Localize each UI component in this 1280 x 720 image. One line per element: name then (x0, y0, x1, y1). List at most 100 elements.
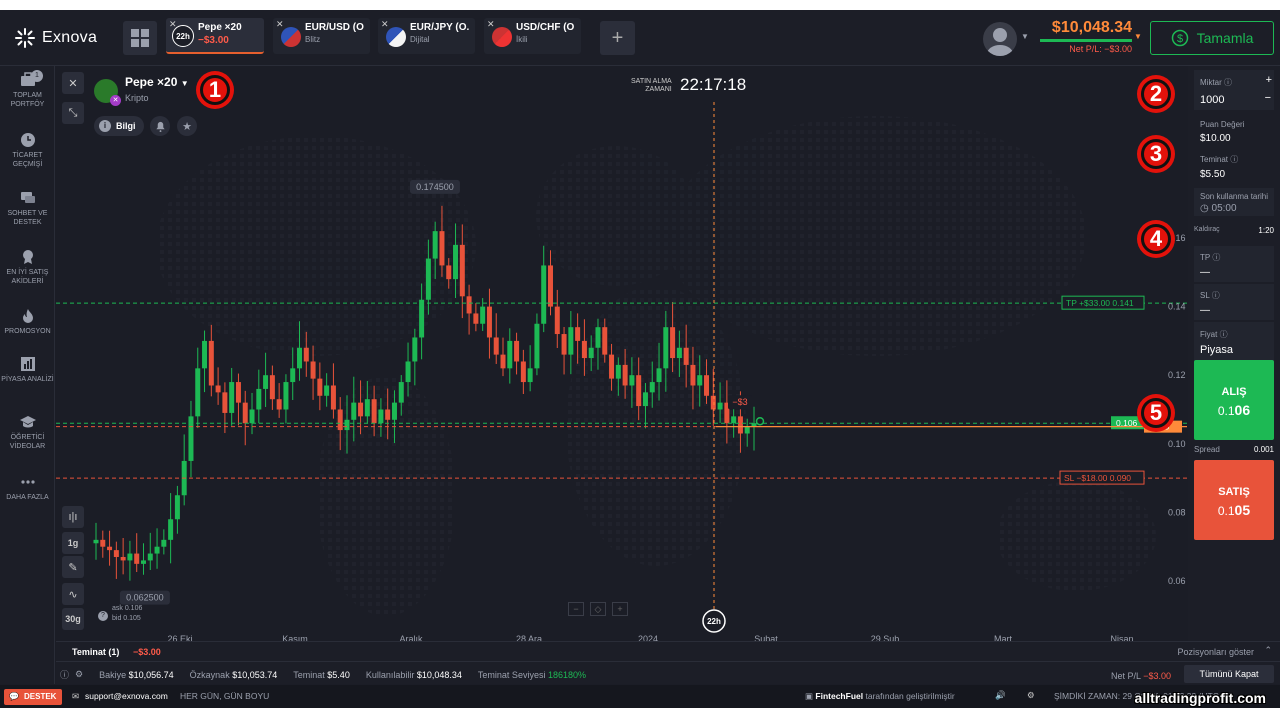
sidebar-item-top-deals[interactable]: EN İYİ SATIŞ AKİDLERİ (0, 249, 55, 286)
show-positions-link[interactable]: Pozisyonları göster (1177, 647, 1254, 657)
net-pl-summary: Net P/L −$3.00 (1111, 671, 1171, 681)
chat-icon (20, 192, 35, 203)
alert-button[interactable] (150, 116, 170, 136)
candle-body (229, 382, 235, 413)
help-icon[interactable]: ⓘ (60, 668, 69, 681)
deposit-button[interactable]: $ Tamamla (1150, 21, 1274, 55)
trade-panel: Miktar ⓘ 1000 + − Puan Değeri $10.00 Tem… (1188, 66, 1280, 644)
favorite-button[interactable]: ★ (177, 116, 197, 136)
candle-body (568, 327, 574, 355)
candle-body (127, 553, 133, 561)
price-type-field[interactable]: Fiyat ⓘ Piyasa (1194, 322, 1274, 362)
info-button[interactable]: i Bilgi (94, 116, 144, 136)
candle-body (466, 296, 472, 314)
tab-eurusd[interactable]: ✕ EUR/USD (O... Blitz (273, 18, 370, 54)
tab-usdchf[interactable]: ✕ USD/CHF (O... İkili (484, 18, 581, 54)
sidebar-item-portfolio[interactable]: 1 TOPLAM PORTFÖY (0, 70, 55, 109)
spread-label: Spread (1194, 445, 1220, 454)
expiry-time: 22:17:18 (680, 75, 747, 94)
chart-area[interactable]: TP +$33.00 0.141SL −$18.00 0.0900.1060.1… (56, 66, 1187, 644)
reset-zoom-icon[interactable]: ◇ (590, 602, 606, 616)
candle-body (256, 388, 262, 410)
sidebar-item-label: SOHBET VE DESTEK (7, 210, 48, 226)
footer: 💬 DESTEK ✉ support@exnova.com HER GÜN, G… (0, 685, 1280, 708)
ask-bid: ask 0.106 bid 0.105 (112, 604, 142, 624)
leverage-label: Kaldıraç (1194, 226, 1220, 233)
zoom-range-button[interactable]: 30g (62, 608, 84, 630)
close-chart-button[interactable]: ✕ (62, 72, 84, 94)
positions-header[interactable]: Teminat (1) −$3.00 Pozisyonları göster ⌃ (56, 642, 1280, 662)
candle-body (208, 340, 214, 386)
sidebar-item-label: ÖĞRETİCİ VİDEOLAR (9, 434, 46, 450)
annotation-badge-1: 1 (196, 71, 234, 109)
timeframe-button[interactable]: 1g (62, 532, 84, 554)
tab-eurjpy[interactable]: ✕ EUR/JPY (O... Dijital (378, 18, 475, 54)
decrement-icon[interactable]: − (1265, 92, 1271, 104)
increment-icon[interactable]: + (1266, 74, 1272, 86)
tab-pepe[interactable]: ✕ 22h Pepe ×20 −$3.00 (166, 18, 264, 54)
tab-pl: −$3.00 (198, 35, 229, 46)
sidebar-item-promotion[interactable]: PROMOSYON (0, 308, 55, 336)
candle-body (710, 395, 716, 410)
settings-icon[interactable]: ⚙ (1027, 690, 1035, 701)
expiry-field[interactable]: Son kullanma tarihi ◷ 05:00 (1194, 188, 1274, 216)
candle-body (520, 361, 526, 383)
amount-field[interactable]: Miktar ⓘ 1000 + − (1194, 70, 1274, 110)
sidebar-item-history[interactable]: TİCARET GEÇMİŞİ (0, 132, 55, 169)
sidebar-item-market-analysis[interactable]: PİYASA ANALİZİ (0, 356, 55, 384)
candle-body (303, 347, 309, 362)
close-all-button[interactable]: Tümünü Kapat (1184, 665, 1274, 683)
available-amount: $10,048.34 (416, 669, 462, 680)
caret-down-icon: ▼ (180, 79, 189, 88)
sound-icon[interactable]: 🔊 (995, 690, 1006, 701)
close-tab-icon[interactable]: ✕ (487, 19, 495, 30)
support-button[interactable]: 💬 DESTEK (4, 689, 63, 705)
sidebar-item-label: TOPLAM PORTFÖY (10, 92, 45, 108)
chart-type-button[interactable]: ı|ı (62, 506, 84, 528)
tp-field[interactable]: TP ⓘ — (1194, 246, 1274, 282)
settings-icon[interactable]: ⚙ (75, 669, 83, 680)
sell-button[interactable]: SATIŞ 0.105 (1194, 460, 1274, 540)
candle-body (344, 419, 350, 431)
asset-grid-button[interactable] (123, 21, 157, 55)
chevron-up-icon[interactable]: ⌃ (1264, 645, 1272, 656)
annotation-badge-4: 4 (1137, 220, 1175, 258)
candle-body (642, 392, 648, 407)
margin-info: Teminat ⓘ $5.50 (1200, 154, 1280, 180)
drawing-tools-button[interactable]: ✎ (62, 556, 84, 578)
candle-body (432, 231, 438, 259)
candle-body (602, 327, 608, 355)
indicators-button[interactable]: ∿ (62, 583, 84, 605)
balance-display[interactable]: $10,048.34 Net P/L: −$3.00 (1040, 19, 1132, 54)
help-icon[interactable]: ? (98, 611, 108, 621)
chevron-down-icon[interactable]: ▼ (1021, 32, 1029, 41)
support-email[interactable]: support@exnova.com (85, 691, 168, 701)
candle-body (480, 306, 486, 324)
price-chart[interactable]: TP +$33.00 0.141SL −$18.00 0.0900.1060.1… (56, 66, 1187, 644)
tab-sub: Dijital (410, 35, 430, 44)
sl-value: — (1200, 305, 1210, 316)
brand-logo[interactable]: Exnova (14, 27, 97, 49)
sl-field[interactable]: SL ⓘ — (1194, 284, 1274, 320)
zoom-out-icon[interactable]: − (568, 602, 584, 616)
dollar-circle-icon: $ (1171, 29, 1188, 47)
tab-name: EUR/USD (O... (305, 22, 364, 33)
zoom-in-icon[interactable]: + (612, 602, 628, 616)
close-tab-icon[interactable]: ✕ (381, 19, 389, 30)
chevron-down-icon[interactable]: ▼ (1134, 32, 1142, 41)
asset-header[interactable]: Pepe ×20 ▼ Kripto (125, 75, 189, 103)
add-tab-button[interactable]: + (600, 21, 635, 55)
collapse-chart-button[interactable]: ⤡ (62, 102, 84, 124)
sidebar-item-more[interactable]: DAHA FAZLA (0, 474, 55, 502)
sidebar-item-videos[interactable]: ÖĞRETİCİ VİDEOLAR (0, 414, 55, 451)
expiry-label: SATIN ALMA ZAMANI (631, 78, 672, 93)
low-price-label: 0.062500 (126, 593, 164, 603)
avatar[interactable] (983, 22, 1017, 56)
buy-button[interactable]: ALIŞ 0.106 (1194, 360, 1274, 440)
asset-name: Pepe ×20 (125, 75, 178, 89)
chart-icon (20, 357, 35, 371)
pencil-icon: ✎ (68, 561, 78, 574)
sidebar-item-chat[interactable]: SOHBET VE DESTEK (0, 190, 55, 227)
candle-body (405, 361, 411, 383)
close-tab-icon[interactable]: ✕ (276, 19, 284, 30)
